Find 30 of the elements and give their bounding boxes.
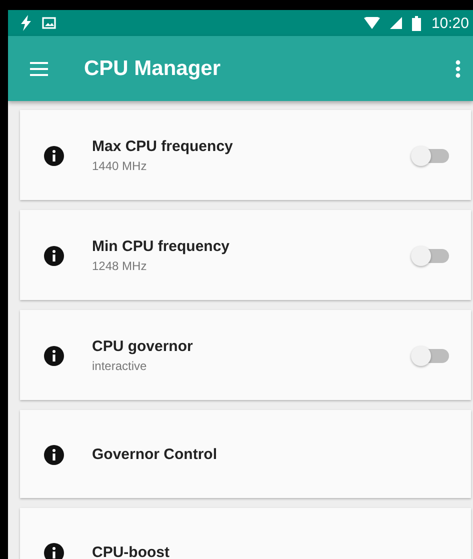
app-title: CPU Manager: [84, 56, 222, 80]
setting-title: Min CPU frequency: [92, 238, 231, 256]
info-icon[interactable]: [44, 543, 64, 559]
clock-time: 10:20: [431, 14, 469, 32]
info-icon[interactable]: [44, 445, 64, 465]
more-options-icon[interactable]: [455, 60, 461, 78]
setting-value: interactive: [92, 358, 148, 374]
image-icon: [42, 17, 56, 29]
setting-title: CPU governor: [92, 338, 194, 356]
info-icon[interactable]: [44, 146, 64, 166]
flash-icon: [20, 15, 32, 31]
setting-card[interactable]: CPU-boost: [20, 508, 471, 559]
wifi-icon: [364, 17, 380, 29]
toggle-switch[interactable]: [411, 246, 451, 266]
setting-value: 1440 MHz: [92, 158, 148, 174]
toggle-switch[interactable]: [411, 346, 451, 366]
menu-icon[interactable]: [30, 62, 48, 76]
setting-title: CPU-boost: [92, 544, 170, 559]
setting-value: 1248 MHz: [92, 258, 148, 274]
info-icon[interactable]: [44, 346, 64, 366]
setting-card[interactable]: Max CPU frequency 1440 MHz: [20, 110, 471, 200]
setting-title: Governor Control: [92, 446, 218, 464]
setting-title: Max CPU frequency: [92, 138, 234, 156]
setting-card[interactable]: CPU governor interactive: [20, 310, 471, 400]
setting-card[interactable]: Governor Control: [20, 410, 471, 498]
signal-icon: [390, 17, 402, 29]
info-icon[interactable]: [44, 246, 64, 266]
battery-icon: [412, 16, 422, 30]
toggle-switch[interactable]: [411, 146, 451, 166]
setting-card[interactable]: Min CPU frequency 1248 MHz: [20, 210, 471, 300]
